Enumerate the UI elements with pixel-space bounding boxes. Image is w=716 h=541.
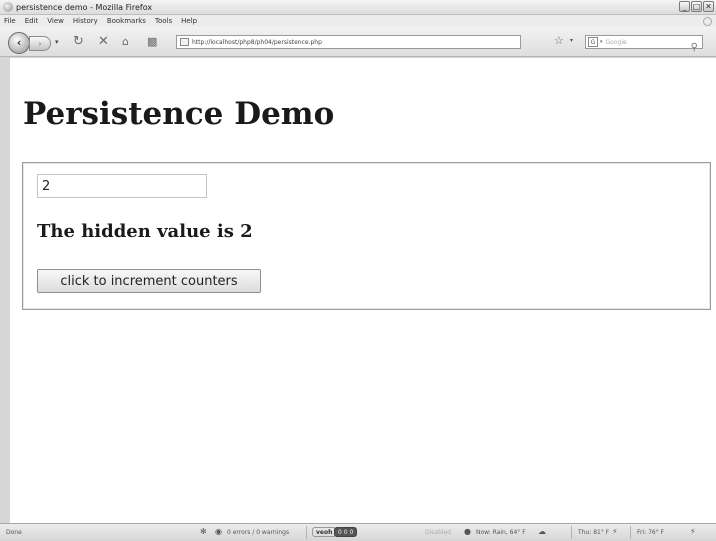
menu-file[interactable]: File xyxy=(4,17,16,25)
star-icon[interactable]: ☆ xyxy=(554,34,564,47)
thunder-icon: ⚡ xyxy=(612,527,618,536)
forward-button[interactable]: › xyxy=(29,36,51,51)
window-controls: _ □ ✕ xyxy=(679,1,714,12)
maximize-button[interactable]: □ xyxy=(691,1,702,12)
weather-friday[interactable]: Fri: 76° F xyxy=(637,529,664,536)
status-bar: Done ✻ ◉ 0 errors / 0 warnings veoh 0 0 … xyxy=(0,523,716,541)
url-text[interactable]: http://localhost/php8/ph04/persistence.p… xyxy=(192,39,322,46)
error-count[interactable]: 0 errors / 0 warnings xyxy=(227,529,289,536)
search-bar[interactable]: G ▾ Google ⚲ xyxy=(585,35,703,53)
veoh-badge[interactable]: veoh xyxy=(312,527,337,537)
navigation-toolbar: ‹ › ▾ ↻ ✕ ⌂ ▩ http://localhost/php8/ph04… xyxy=(0,27,716,57)
search-magnifier-icon[interactable]: ⚲ xyxy=(691,42,698,53)
counter-input[interactable] xyxy=(37,174,207,198)
weather-thursday[interactable]: Thu: 81° F xyxy=(578,529,609,536)
disabled-label: Disabled xyxy=(425,529,452,536)
stop-icon[interactable]: ✕ xyxy=(98,35,109,49)
menu-edit[interactable]: Edit xyxy=(25,17,39,25)
home-icon[interactable]: ⌂ xyxy=(122,35,129,49)
search-placeholder: Google xyxy=(605,38,627,46)
error-console-icon[interactable]: ◉ xyxy=(215,527,222,536)
reload-icon[interactable]: ↻ xyxy=(73,35,84,49)
veoh-counter[interactable]: 0 0 0 xyxy=(334,527,358,537)
menu-view[interactable]: View xyxy=(47,17,64,25)
weather-now[interactable]: Now: Rain, 64° F xyxy=(476,529,526,536)
status-text: Done xyxy=(6,529,22,536)
url-bar[interactable]: http://localhost/php8/ph04/persistence.p… xyxy=(176,35,521,49)
status-divider xyxy=(571,526,572,539)
engine-dropdown-icon[interactable]: ▾ xyxy=(600,39,603,45)
back-button[interactable]: ‹ xyxy=(8,32,30,54)
menu-bar: File Edit View History Bookmarks Tools H… xyxy=(0,15,716,27)
menu-bookmarks[interactable]: Bookmarks xyxy=(107,17,146,25)
weather-globe-icon[interactable]: ● xyxy=(464,527,471,536)
rain-cloud-icon: ☁ xyxy=(538,527,546,536)
bookmark-page-icon[interactable]: ▩ xyxy=(147,35,157,49)
page-content: Persistence Demo The hidden value is 2 c… xyxy=(10,58,716,523)
minimize-button[interactable]: _ xyxy=(679,1,690,12)
status-divider xyxy=(630,526,631,539)
hidden-value-text: The hidden value is 2 xyxy=(37,221,253,242)
form-fieldset: The hidden value is 2 click to increment… xyxy=(22,162,711,310)
increment-counters-button[interactable]: click to increment counters xyxy=(37,269,261,293)
menu-help[interactable]: Help xyxy=(181,17,197,25)
menu-history[interactable]: History xyxy=(73,17,98,25)
page-icon xyxy=(180,38,189,46)
close-button[interactable]: ✕ xyxy=(703,1,714,12)
throbber-icon xyxy=(703,17,712,26)
window-title-bar: persistence demo - Mozilla Firefox _ □ ✕ xyxy=(0,0,716,15)
status-divider xyxy=(306,526,307,539)
page-title: Persistence Demo xyxy=(23,96,335,132)
addon-gear-icon[interactable]: ✻ xyxy=(200,527,207,536)
history-dropdown-icon[interactable]: ▾ xyxy=(55,38,59,46)
firefox-icon xyxy=(3,2,13,12)
storm-icon: ⚡ xyxy=(690,527,696,536)
menu-tools[interactable]: Tools xyxy=(155,17,172,25)
url-dropdown-icon[interactable]: ▾ xyxy=(570,37,573,44)
google-icon[interactable]: G xyxy=(588,37,598,47)
window-title: persistence demo - Mozilla Firefox xyxy=(16,2,153,12)
